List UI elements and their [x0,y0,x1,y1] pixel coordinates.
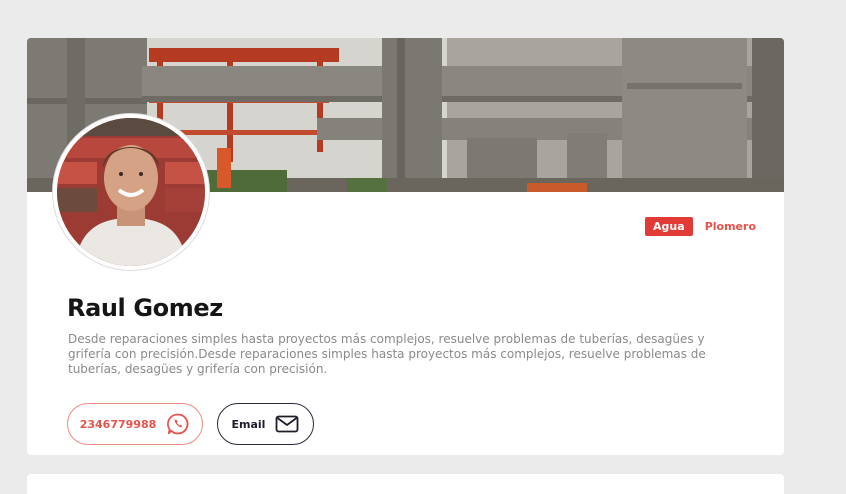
avatar [53,114,209,270]
tag-agua: Agua [645,217,693,236]
tags: Agua Plomero [645,217,756,236]
phone-label: 2346779988 [79,417,157,431]
mail-icon [275,414,299,434]
email-label: Email [231,417,266,431]
phone-button[interactable]: 2346779988 [67,403,203,445]
secondary-card [27,474,784,494]
profile-card: Agua Plomero Raul Gomez Desde reparacion… [27,38,784,455]
profile-name: Raul Gomez [67,294,223,322]
whatsapp-icon [166,412,190,436]
profile-description: Desde reparaciones simples hasta proyect… [68,332,706,376]
tag-plomero: Plomero [704,220,756,233]
email-button[interactable]: Email [217,403,314,445]
